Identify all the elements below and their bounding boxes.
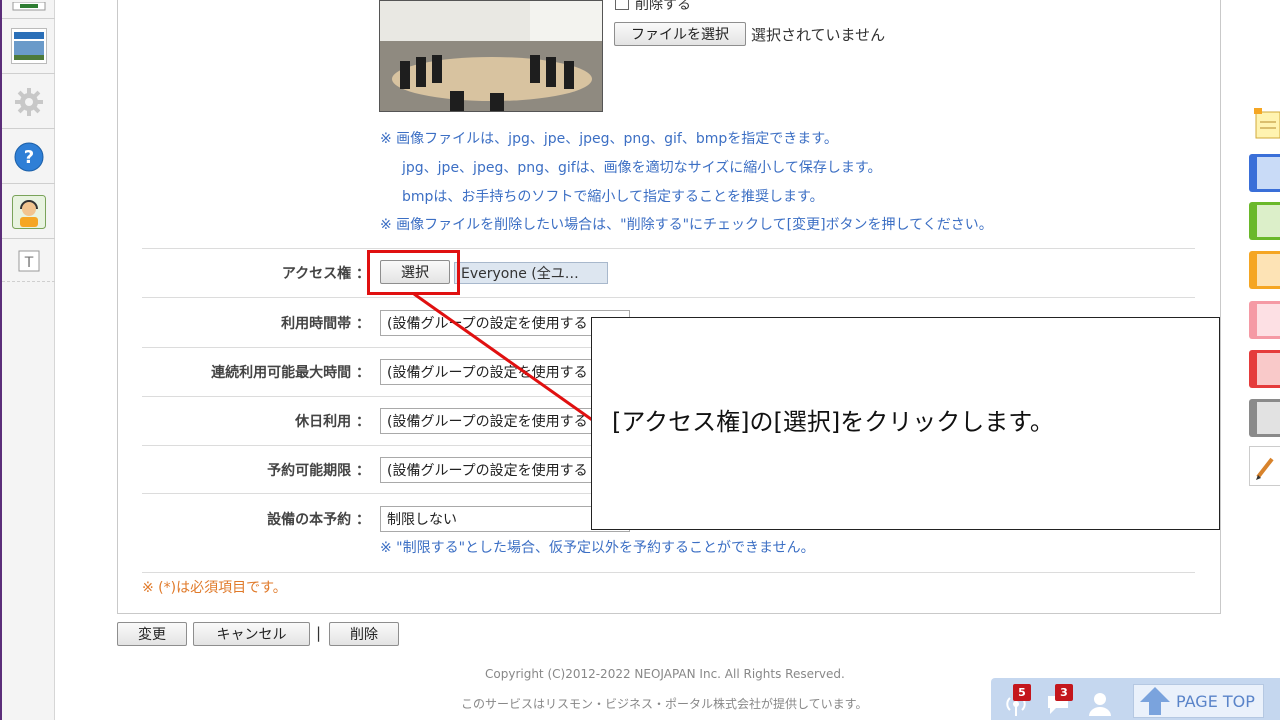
screen: ? T 削除する ファイルを選択 選択されていません ※ 画像ファイルは、jpg… xyxy=(0,0,1280,720)
color-tab-gray[interactable] xyxy=(1249,399,1280,437)
broadcast-badge: 5 xyxy=(1013,684,1031,701)
up-arrow-icon xyxy=(1140,687,1170,715)
page-top-button[interactable]: PAGE TOP xyxy=(1133,684,1264,718)
page-top-label: PAGE TOP xyxy=(1176,691,1255,711)
callout-text: [アクセス権]の[選択]をクリックします。 xyxy=(612,408,1054,436)
color-tab-green[interactable] xyxy=(1249,202,1280,240)
user-icon[interactable] xyxy=(1089,692,1111,720)
chat-badge: 3 xyxy=(1055,684,1073,701)
color-tab-orange[interactable] xyxy=(1249,251,1280,289)
memo-icon[interactable] xyxy=(1252,104,1280,140)
color-tab-blue[interactable] xyxy=(1249,154,1280,192)
color-tab-red[interactable] xyxy=(1249,350,1280,388)
color-tab-pink[interactable] xyxy=(1249,301,1280,339)
pencil-icon[interactable] xyxy=(1249,446,1280,486)
instruction-callout: [アクセス権]の[選択]をクリックします。 xyxy=(591,317,1220,530)
